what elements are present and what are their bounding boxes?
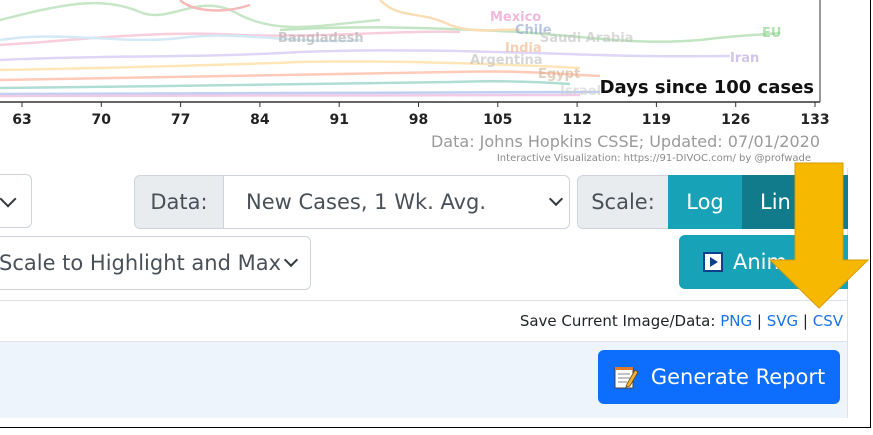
chevron-down-icon	[548, 191, 564, 207]
x-tick-label: 126	[721, 112, 750, 128]
animate-button[interactable]: Anim	[679, 235, 848, 289]
chevron-down-icon	[0, 190, 17, 208]
x-tick-label: 91	[329, 112, 348, 128]
credit-line-1: Data: Johns Hopkins CSSE; Updated: 07/01…	[431, 132, 820, 151]
generate-report-button[interactable]: Generate Report	[598, 350, 840, 404]
label-israel: Israel	[560, 84, 601, 99]
country-select-partial[interactable]	[0, 174, 32, 228]
scale-linear-button[interactable]: Lin	[742, 175, 848, 229]
label-iran: Iran	[730, 51, 759, 66]
credit-line-2: Interactive Visualization: https://91-DI…	[497, 153, 817, 164]
x-tick-label: 112	[562, 112, 591, 128]
data-label: Data:	[134, 175, 224, 229]
save-prefix: Save Current Image/Data:	[519, 312, 716, 330]
x-tick-label: 119	[642, 112, 671, 128]
label-bangladesh: Bangladesh	[278, 31, 364, 46]
save-png-link[interactable]: PNG	[720, 312, 752, 330]
play-icon	[703, 252, 723, 272]
x-tick-label: 98	[409, 112, 428, 128]
x-tick-label: 133	[800, 112, 829, 128]
notepad-icon	[614, 367, 639, 389]
save-csv-link[interactable]: CSV	[813, 312, 843, 330]
save-links: Save Current Image/Data: PNG | SVG | CSV	[520, 312, 843, 330]
label-india: India	[505, 41, 542, 56]
save-svg-link[interactable]: SVG	[767, 312, 798, 330]
generate-report-label: Generate Report	[650, 365, 826, 389]
chevron-down-icon	[283, 252, 299, 268]
animate-label: Anim	[733, 250, 787, 274]
yaxis-select[interactable]: Scale to Highlight and Max	[0, 236, 311, 290]
cases-chart: Mexico Chile Saudi Arabia EU Bangladesh …	[0, 0, 830, 164]
x-tick-label: 63	[12, 112, 31, 128]
label-saudi-arabia: Saudi Arabia	[540, 31, 633, 46]
separator: |	[802, 312, 808, 330]
yaxis-select-value: Scale to Highlight and Max	[0, 251, 282, 275]
x-tick-label: 105	[483, 112, 512, 128]
scale-log-button[interactable]: Log	[668, 175, 742, 229]
divider	[0, 300, 848, 301]
separator: |	[756, 312, 762, 330]
x-tick-label: 70	[92, 112, 112, 128]
data-select[interactable]: New Cases, 1 Wk. Avg.	[223, 175, 570, 229]
x-tick-label: 84	[250, 112, 270, 128]
label-egypt: Egypt	[538, 67, 580, 82]
label-eu: EU	[762, 26, 781, 41]
x-tick-label: 77	[171, 112, 190, 128]
x-axis-ticks: 63 70 77 84 91 98 105 112 119 126 133	[12, 102, 830, 128]
data-select-value: New Cases, 1 Wk. Avg.	[246, 190, 487, 214]
x-axis-label: Days since 100 cases	[600, 77, 814, 98]
scale-label: Scale:	[577, 175, 669, 229]
